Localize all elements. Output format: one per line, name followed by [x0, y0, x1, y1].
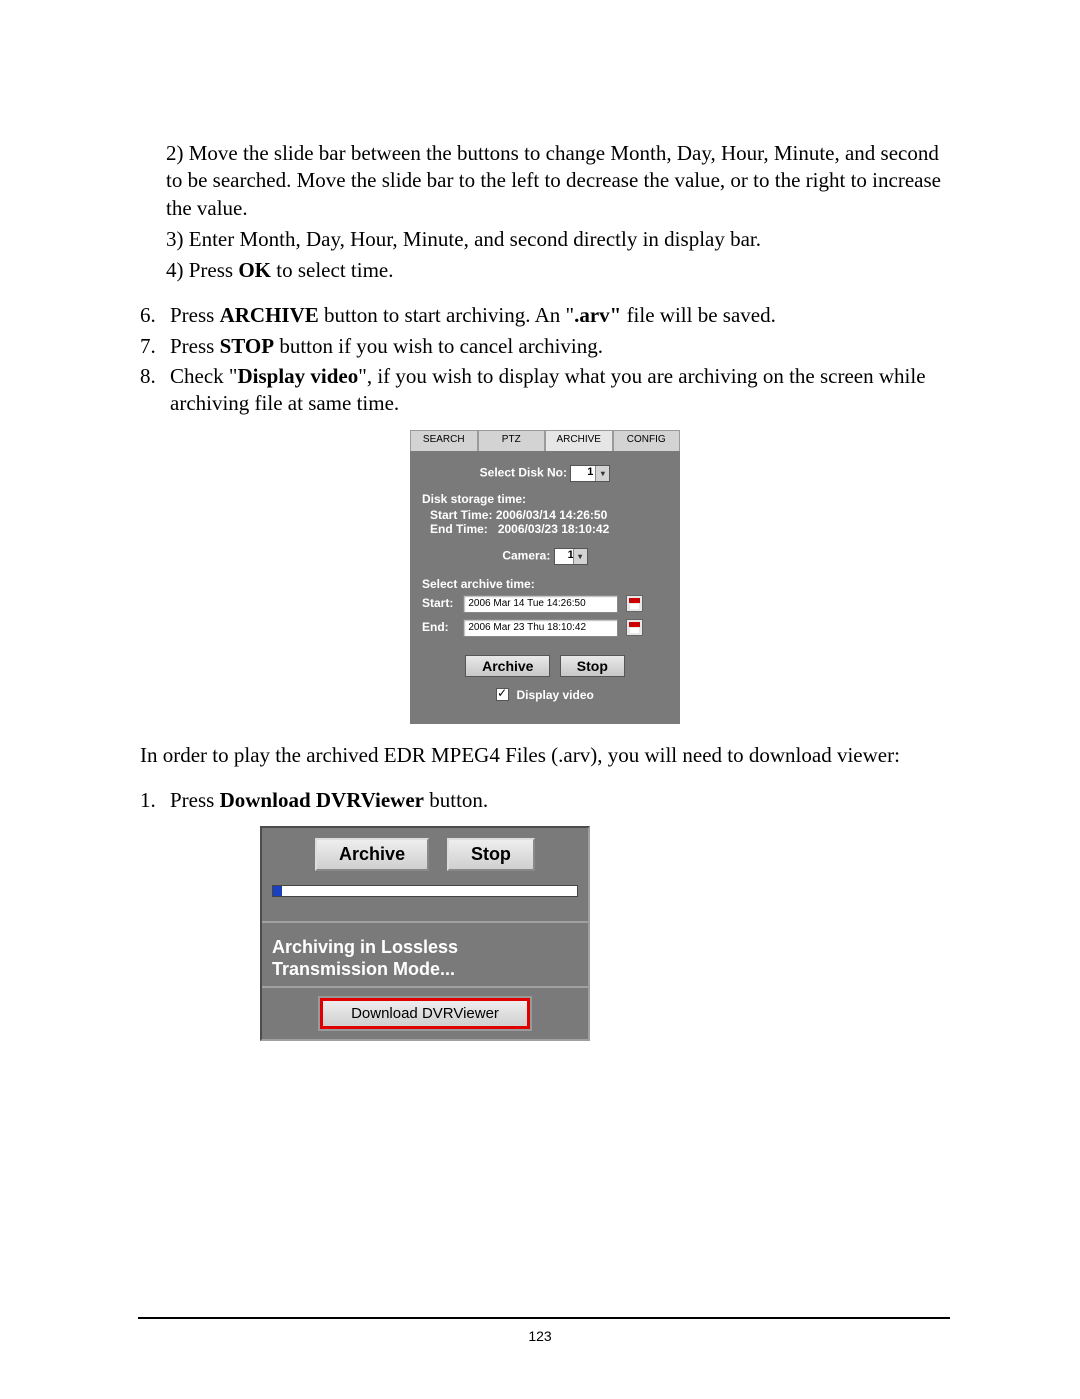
text-bold: Display video: [237, 364, 358, 388]
text: to select time.: [271, 258, 393, 282]
archive-end-label: End:: [422, 620, 460, 634]
calendar-icon[interactable]: [626, 595, 643, 612]
tab-config[interactable]: CONFIG: [613, 430, 681, 451]
list-number: 8.: [140, 363, 170, 418]
end-time-line: End Time: 2006/03/23 18:10:42: [430, 522, 668, 536]
list-item-8: 8. Check "Display video", if you wish to…: [140, 363, 950, 418]
archive-time-title: Select archive time:: [422, 577, 668, 591]
archive-start-label: Start:: [422, 596, 460, 610]
start-time-line: Start Time: 2006/03/14 14:26:50: [430, 508, 668, 522]
list-item-7: 7. Press STOP button if you wish to canc…: [140, 333, 950, 360]
text: Press: [170, 788, 220, 812]
status-line-1: Archiving in Lossless: [272, 937, 578, 959]
list-number: 6.: [140, 302, 170, 329]
start-time-label: Start Time:: [430, 508, 492, 522]
post-paragraph: In order to play the archived EDR MPEG4 …: [140, 742, 950, 769]
text-bold: Download DVRViewer: [220, 788, 424, 812]
footer-rule: [138, 1317, 950, 1319]
download-dvrviewer-button[interactable]: Download DVRViewer: [320, 998, 530, 1029]
page-number: 123: [0, 1328, 1080, 1344]
text: Press: [170, 303, 220, 327]
body-step-3: 3) Enter Month, Day, Hour, Minute, and s…: [166, 226, 950, 253]
tab-ptz[interactable]: PTZ: [478, 430, 546, 451]
archive-button[interactable]: Archive: [465, 655, 550, 677]
status-line-2: Transmission Mode...: [272, 959, 578, 981]
text: 4) Press: [166, 258, 238, 282]
archive-start-input[interactable]: 2006 Mar 14 Tue 14:26:50: [463, 595, 618, 613]
progress-fill: [273, 886, 282, 896]
chevron-down-icon: ▾: [595, 466, 609, 481]
text: button to start archiving. An ": [319, 303, 574, 327]
tab-bar: SEARCH PTZ ARCHIVE CONFIG: [410, 430, 680, 451]
end-time-label: End Time:: [430, 522, 488, 536]
start-time-value: 2006/03/14 14:26:50: [496, 508, 607, 522]
status-text: Archiving in Lossless Transmission Mode.…: [262, 923, 588, 988]
text: Check ": [170, 364, 237, 388]
list-number: 1.: [140, 787, 170, 814]
display-video-checkbox[interactable]: [496, 688, 509, 701]
stop-button[interactable]: Stop: [447, 838, 535, 871]
tab-search[interactable]: SEARCH: [410, 430, 478, 451]
text-bold: STOP: [220, 334, 274, 358]
body-step-2: 2) Move the slide bar between the button…: [166, 140, 950, 222]
text: button.: [424, 788, 488, 812]
archive-end-input[interactable]: 2006 Mar 23 Thu 18:10:42: [463, 619, 618, 637]
calendar-icon[interactable]: [626, 619, 643, 636]
camera-select[interactable]: 1 ▾: [554, 548, 588, 565]
download-panel: Archive Stop Archiving in Lossless Trans…: [260, 826, 590, 1041]
text-bold: ARCHIVE: [220, 303, 319, 327]
end-time-value: 2006/03/23 18:10:42: [498, 522, 609, 536]
archive-end-row: End: 2006 Mar 23 Thu 18:10:42: [422, 619, 668, 637]
progress-bar: [272, 885, 578, 897]
disk-row: Select Disk No: 1 ▾: [422, 465, 668, 482]
display-video-label: Display video: [516, 688, 593, 702]
archive-panel: SEARCH PTZ ARCHIVE CONFIG Select Disk No…: [410, 430, 680, 724]
tab-archive[interactable]: ARCHIVE: [545, 430, 613, 451]
body-step-4: 4) Press OK to select time.: [166, 257, 950, 284]
list-item-1b: 1. Press Download DVRViewer button.: [140, 787, 950, 814]
disk-label: Select Disk No:: [480, 465, 567, 479]
text: file will be saved.: [621, 303, 776, 327]
disk-select[interactable]: 1 ▾: [570, 465, 610, 482]
text-bold: OK: [238, 258, 271, 282]
list-item-6: 6. Press ARCHIVE button to start archivi…: [140, 302, 950, 329]
text: button if you wish to cancel archiving.: [274, 334, 603, 358]
text-bold: .arv": [574, 303, 621, 327]
chevron-down-icon: ▾: [573, 549, 587, 564]
camera-label: Camera:: [502, 548, 550, 562]
stop-button[interactable]: Stop: [560, 655, 625, 677]
text: Press: [170, 334, 220, 358]
archive-start-row: Start: 2006 Mar 14 Tue 14:26:50: [422, 595, 668, 613]
storage-title: Disk storage time:: [422, 492, 668, 506]
camera-row: Camera: 1 ▾: [422, 548, 668, 565]
list-number: 7.: [140, 333, 170, 360]
archive-button[interactable]: Archive: [315, 838, 429, 871]
disk-select-value: 1: [587, 466, 593, 478]
